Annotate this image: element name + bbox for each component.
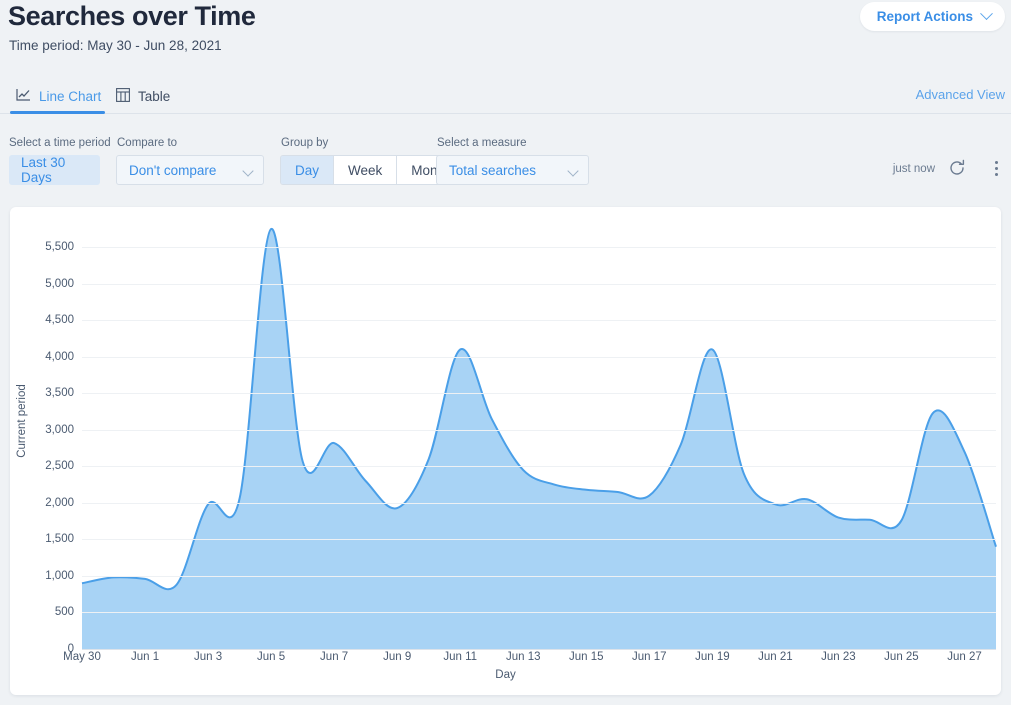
controls-bar: Select a time period Last 30 Days Compar… [0,128,1011,194]
group-by-option-day[interactable]: Day [281,156,335,184]
tab-line-chart[interactable]: Line Chart [12,78,105,114]
time-period-label: Select a time period [9,137,111,149]
refresh-icon[interactable] [947,158,967,178]
kebab-dot [994,160,998,164]
y-axis-tick: 5,000 [45,277,74,290]
gridline [82,502,996,504]
y-axis-tick: 2,000 [45,496,74,509]
y-axis-tick: 3,500 [45,387,74,400]
chart-area: Current period 0 500 1,000 1,500 2,000 2,500 3… [10,207,1001,695]
y-axis-tick: 3,000 [45,423,74,436]
line-chart-icon [16,88,31,104]
gridline [82,283,996,285]
gridline [82,393,996,395]
measure-value: Total searches [449,162,537,178]
advanced-view-link[interactable]: Advanced View [916,87,1005,102]
report-actions-label: Report Actions [876,9,973,24]
x-axis-tick: Jun 1 [130,651,160,663]
report-page: Searches over Time Time period: May 30 -… [0,0,1011,705]
group-by-option-week[interactable]: Week [334,156,398,184]
y-axis-tick: 1,500 [45,533,74,546]
x-axis-tick: Jun 21 [758,651,793,663]
compare-to-label: Compare to [117,137,178,149]
x-axis-tick: Jun 11 [443,651,478,663]
tab-bar: Line Chart Table Advanced View [0,78,1011,114]
x-axis-tick: Jun 9 [383,651,412,663]
gridline [82,575,996,577]
report-actions-button[interactable]: Report Actions [859,2,1005,31]
chart-card: Current period 0 500 1,000 1,500 2,000 2,500 3… [10,207,1001,695]
tab-table-label: Table [138,88,171,104]
time-period-subtitle: Time period: May 30 - Jun 28, 2021 [9,38,222,53]
x-axis-tick: Jun 7 [320,651,349,663]
gridline [82,247,996,249]
more-options-button[interactable] [987,158,1005,178]
x-axis-tick: Jun 15 [569,651,604,663]
time-period-select[interactable]: Last 30 Days [9,155,100,185]
area-fill [82,228,996,650]
measure-select[interactable]: Total searches [436,155,589,185]
x-axis-line [82,649,996,650]
gridline [82,539,996,541]
x-axis-tick: Jun 17 [632,651,667,663]
tab-line-chart-label: Line Chart [39,88,102,104]
time-period-value: Last 30 Days [21,155,66,185]
tab-table[interactable]: Table [112,78,174,114]
x-axis-tick: Jun 13 [505,651,541,663]
group-by-label: Group by [281,137,329,149]
last-updated-text: just now [892,163,935,175]
y-axis-ticks: 0 500 1,000 1,500 2,000 2,500 3,000 3,500 4,000 4… [18,207,74,695]
x-axis-tick: Jun 3 [193,651,223,663]
y-axis-tick: 500 [54,606,74,619]
chevron-down-icon [567,165,579,177]
gridline [82,429,996,431]
kebab-dot [994,172,998,176]
y-axis-tick: 2,500 [45,460,74,473]
x-axis-tick: May 30 [63,651,101,663]
gridline [82,356,996,358]
chevron-down-icon [980,7,993,21]
x-axis-tick: Jun 19 [695,651,730,663]
x-axis-tick: Jun 5 [257,651,286,663]
chevron-down-icon [242,165,254,177]
compare-to-value: Don't compare [129,162,217,178]
x-axis-tick: Jun 23 [821,651,856,663]
gridline [82,320,996,322]
measure-label: Select a measure [437,137,527,149]
x-axis-tick: Jun 25 [884,651,919,663]
x-axis-label: Day [495,669,516,681]
active-tab-indicator [10,111,105,114]
gridline [82,466,996,468]
compare-to-select[interactable]: Don't compare [116,155,264,185]
y-axis-tick: 4,500 [45,314,74,327]
y-axis-tick: 5,500 [45,241,74,254]
table-icon [116,87,130,105]
y-axis-tick: 1,000 [45,569,74,582]
page-header: Searches over Time Time period: May 30 -… [0,0,1011,75]
area-chart-plot [81,227,997,650]
page-title: Searches over Time [8,1,256,31]
gridline [82,612,996,614]
x-axis-tick: Jun 27 [947,651,982,663]
y-axis-tick: 4,000 [45,350,74,363]
kebab-dot [994,166,998,170]
